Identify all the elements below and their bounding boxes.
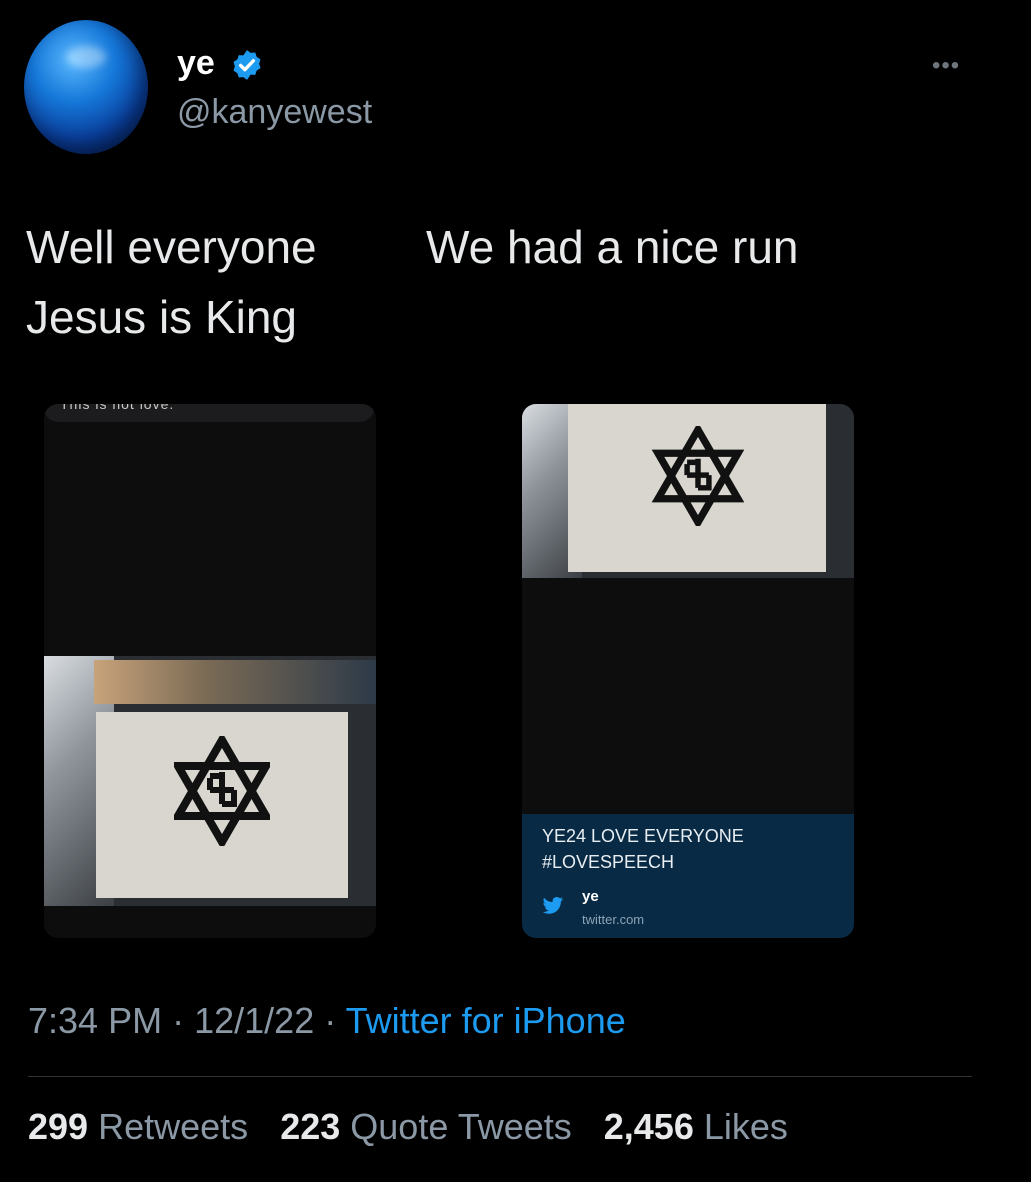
retweets-label: Retweets bbox=[98, 1106, 249, 1147]
likes-stat[interactable]: 2,456 Likes bbox=[604, 1106, 788, 1147]
more-options-icon[interactable]: ••• bbox=[932, 52, 960, 80]
card-domain: twitter.com bbox=[582, 912, 645, 927]
twitter-bird-icon bbox=[542, 897, 564, 914]
card-title-line-1: YE24 LOVE EVERYONE bbox=[542, 826, 744, 846]
embedded-photo bbox=[44, 656, 376, 906]
quote-tweets-label: Quote Tweets bbox=[350, 1106, 572, 1147]
likes-count: 2,456 bbox=[603, 1106, 694, 1147]
meta-separator-2: · bbox=[324, 1000, 337, 1041]
embedded-photo-right bbox=[522, 404, 854, 578]
likes-label: Likes bbox=[703, 1106, 788, 1147]
link-card[interactable]: YE24 LOVE EVERYONE #LOVESPEECH ye twitte… bbox=[522, 814, 854, 938]
quote-tweets-stat[interactable]: 223 Quote Tweets bbox=[280, 1106, 572, 1147]
tweet-stats: 299 Retweets 223 Quote Tweets 2,456 Like… bbox=[28, 1106, 788, 1148]
symbol-graphic bbox=[174, 736, 270, 846]
tweet-media-left[interactable]: This is not love. bbox=[44, 404, 376, 938]
tweet-time[interactable]: 7:34 PM bbox=[28, 1000, 162, 1041]
retweets-stat[interactable]: 299 Retweets bbox=[28, 1106, 248, 1147]
meta-separator: · bbox=[172, 1000, 185, 1041]
symbol-graphic-right bbox=[651, 426, 745, 526]
tweet-source[interactable]: Twitter for iPhone bbox=[346, 1000, 626, 1041]
tweet-date[interactable]: 12/1/22 bbox=[194, 1000, 314, 1041]
tweet-text-line-2: We had a nice run bbox=[426, 221, 799, 273]
card-title-line-2: #LOVESPEECH bbox=[542, 852, 675, 872]
tweet-text-line-3: Jesus is King bbox=[26, 291, 298, 343]
card-author-name: ye bbox=[582, 888, 599, 905]
tweet-meta: 7:34 PM · 12/1/22 · Twitter for iPhone bbox=[28, 1000, 626, 1042]
handle[interactable]: @kanyewest bbox=[177, 93, 372, 132]
verified-badge-icon bbox=[233, 50, 261, 80]
avatar-shine bbox=[66, 46, 106, 68]
tweet-text-line-1: Well everyone bbox=[26, 221, 317, 273]
media-caption-fragment: This is not love. bbox=[60, 404, 175, 412]
retweets-count: 299 bbox=[28, 1106, 89, 1147]
quote-tweets-count: 223 bbox=[280, 1106, 341, 1147]
divider bbox=[28, 1076, 972, 1077]
media-caption-bar: This is not love. bbox=[44, 404, 374, 422]
display-name[interactable]: ye bbox=[177, 44, 215, 83]
tweet-media-right[interactable]: YE24 LOVE EVERYONE #LOVESPEECH ye twitte… bbox=[522, 404, 854, 938]
avatar[interactable] bbox=[24, 20, 148, 154]
